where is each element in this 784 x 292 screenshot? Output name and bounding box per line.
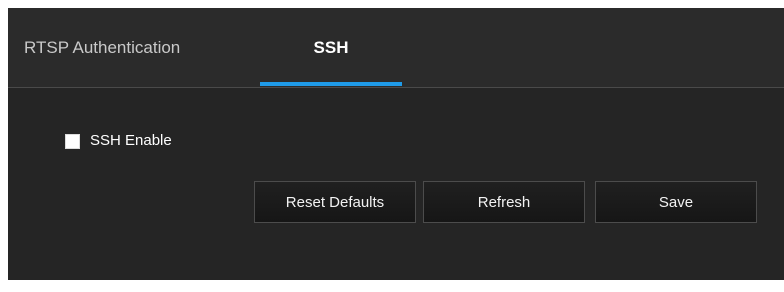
ssh-enable-option[interactable]: SSH Enable — [65, 131, 172, 149]
ssh-enable-label: SSH Enable — [90, 131, 172, 149]
tab-ssh[interactable]: SSH — [260, 8, 402, 87]
tab-ssh-label: SSH — [313, 37, 349, 57]
ssh-enable-checkbox[interactable] — [65, 133, 80, 149]
active-tab-indicator — [260, 82, 402, 86]
tab-bar: RTSP Authentication SSH — [8, 8, 784, 88]
ssh-settings-panel: RTSP Authentication SSH SSH Enable Reset… — [8, 8, 784, 280]
tab-rtsp-authentication[interactable]: RTSP Authentication — [8, 8, 248, 87]
tab-rtsp-authentication-label: RTSP Authentication — [24, 37, 181, 57]
save-button[interactable]: Save — [595, 181, 757, 223]
refresh-button[interactable]: Refresh — [423, 181, 585, 223]
reset-defaults-button[interactable]: Reset Defaults — [254, 181, 416, 223]
